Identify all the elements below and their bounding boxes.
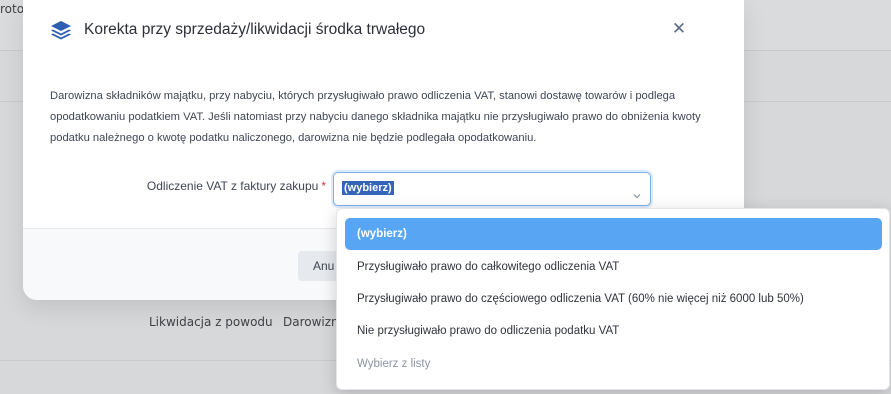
vat-deduction-dropdown: (wybierz) Przysługiwało prawo do całkowi… — [336, 208, 890, 390]
vat-deduction-select[interactable]: (wybierz) — [333, 172, 651, 206]
dropdown-option-partial-deduction[interactable]: Przysługiwało prawo do częściowego odlic… — [345, 283, 882, 315]
close-icon[interactable]: ✕ — [668, 18, 690, 40]
layers-icon — [50, 20, 72, 40]
dropdown-option-placeholder[interactable]: (wybierz) — [345, 218, 882, 250]
modal-header: Korekta przy sprzedaży/likwidacji środka… — [23, 0, 744, 56]
background-row-label: Likwidacja z powodu — [149, 315, 273, 329]
background-row-label: Darowizn — [283, 315, 339, 329]
select-current-value: (wybierz) — [342, 181, 394, 195]
dropdown-option-no-deduction[interactable]: Nie przysługiwało prawo do odliczenia po… — [345, 315, 882, 347]
dropdown-hint: Wybierz z listy — [357, 358, 431, 370]
required-mark: * — [321, 179, 326, 193]
modal-title: Korekta przy sprzedaży/likwidacji środka… — [84, 21, 426, 38]
chevron-down-icon — [633, 185, 641, 199]
vat-deduction-field-label: Odliczenie VAT z faktury zakupu * — [147, 179, 326, 193]
field-label-text: Odliczenie VAT z faktury zakupu — [146, 179, 319, 193]
modal-description: Darowizna składników majątku, przy nabyc… — [50, 90, 701, 144]
dropdown-option-full-deduction[interactable]: Przysługiwało prawo do całkowitego odlic… — [345, 251, 882, 283]
